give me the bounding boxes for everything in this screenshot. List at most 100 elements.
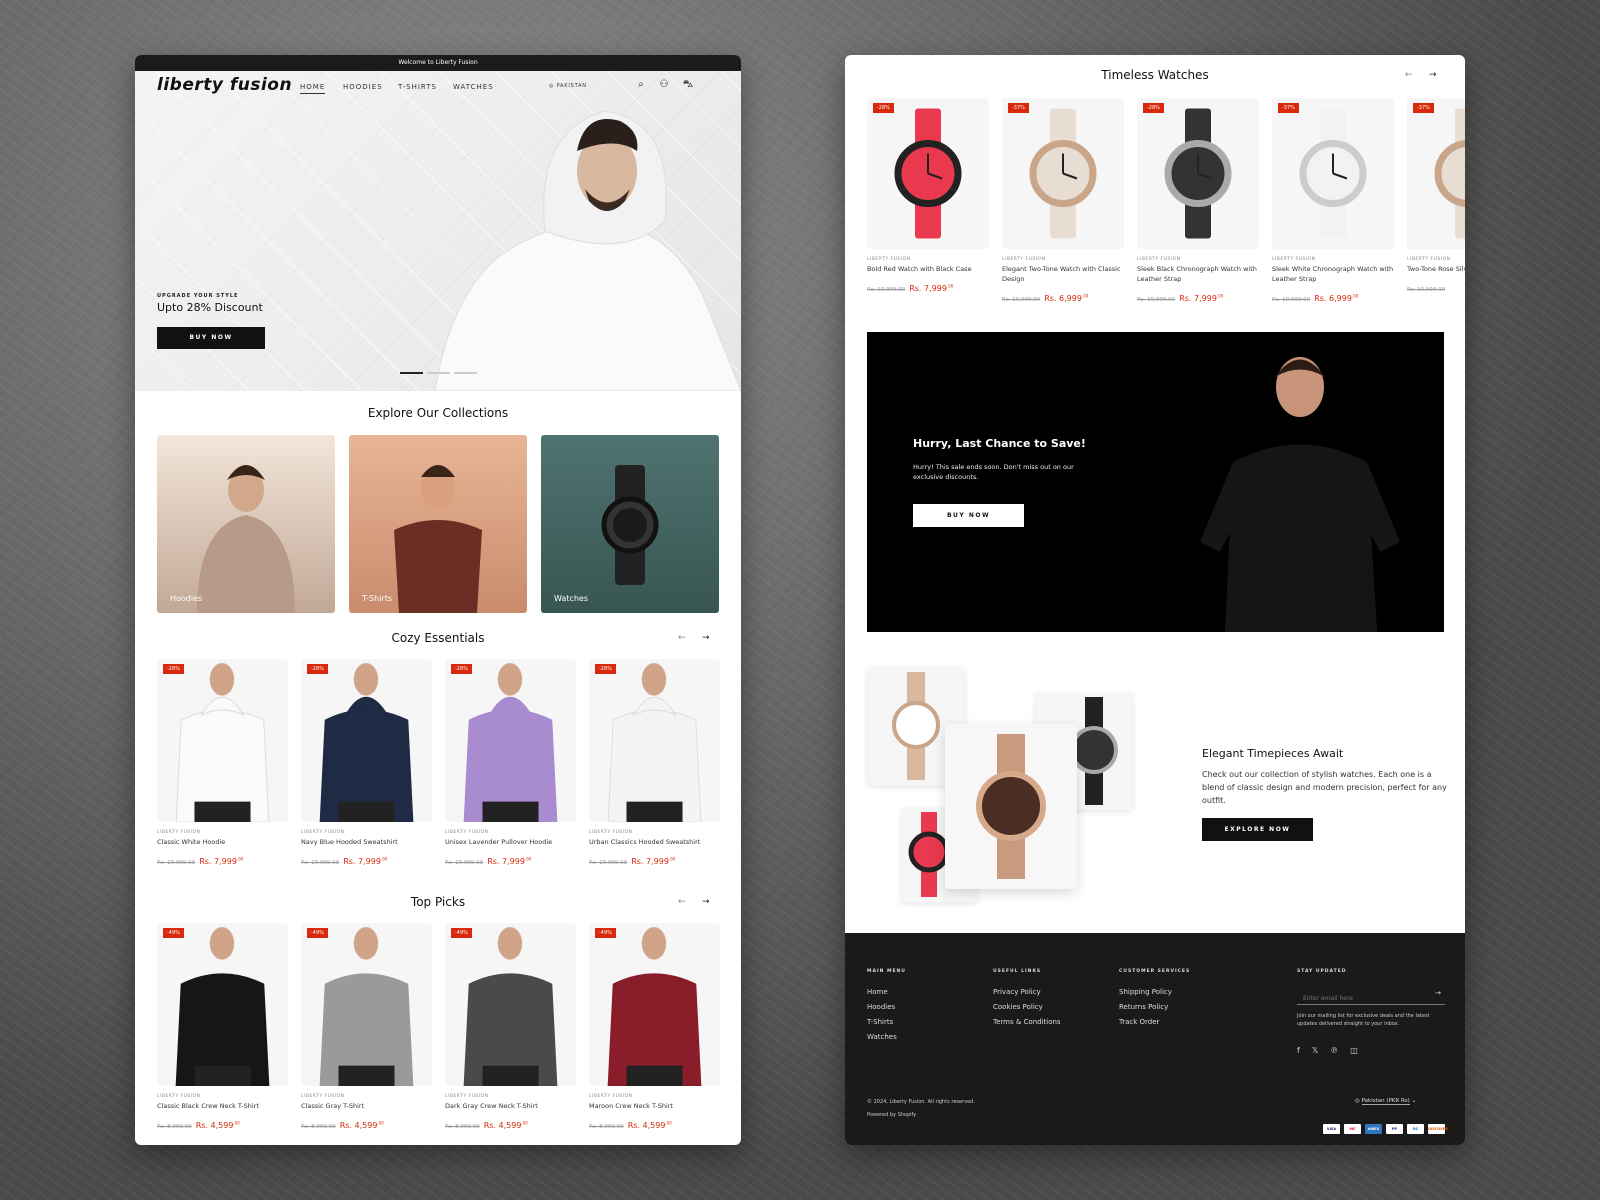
footer-link[interactable]: Terms & Conditions	[993, 1015, 1061, 1030]
product-image[interactable]: -28%	[867, 98, 989, 249]
discount-badge: -49%	[451, 928, 472, 938]
discount-badge: -28%	[873, 103, 894, 113]
footer-link[interactable]: Watches	[867, 1030, 897, 1045]
footer-link[interactable]: Shipping Policy	[1119, 985, 1172, 1000]
product-brand: LIBERTY FUSION	[157, 1094, 201, 1099]
product-image[interactable]: -28%	[589, 659, 720, 822]
chevron-down-icon: ⌄	[1411, 1098, 1417, 1104]
account-icon[interactable]: ⚇	[657, 79, 671, 93]
product-image[interactable]: -37%	[1002, 98, 1124, 249]
logo[interactable]: liberty fusion	[157, 75, 292, 95]
footer-link[interactable]: T-Shirts	[867, 1015, 897, 1030]
picks-prev-arrow[interactable]: ←	[678, 897, 686, 907]
currency-selector[interactable]: ◎ Pakistan (PKR Rs) ⌄	[1355, 1098, 1417, 1105]
cart-icon[interactable]: ⛍	[681, 79, 695, 93]
country-selector[interactable]: ◎ PAKISTAN	[549, 83, 587, 89]
product-image[interactable]: -28%	[301, 659, 432, 822]
product-image[interactable]: -28%	[1137, 98, 1259, 249]
sale-banner: Hurry, Last Chance to Save! Hurry! This …	[867, 332, 1444, 632]
product-name[interactable]: Bold Red Watch with Black Case	[867, 264, 989, 274]
hero-buy-now-button[interactable]: BUY NOW	[157, 327, 265, 349]
nav-hoodies[interactable]: HOODIES	[343, 83, 383, 91]
product-brand: LIBERTY FUSION	[301, 830, 345, 835]
product-card[interactable]: -49% LIBERTY FUSION Maroon Crew Neck T-S…	[589, 923, 720, 1132]
cozy-title: Cozy Essentials	[391, 631, 485, 645]
product-image[interactable]: -37%	[1407, 98, 1465, 249]
footer-link[interactable]: Privacy Policy	[993, 985, 1061, 1000]
product-card[interactable]: -28% LIBERTY FUSION Unisex Lavender Pull…	[445, 659, 576, 868]
newsletter-email-field[interactable]: →	[1297, 985, 1445, 1008]
product-card[interactable]: -37% LIBERTY FUSION Sleek White Chronogr…	[1272, 98, 1394, 305]
explore-now-button[interactable]: EXPLORE NOW	[1202, 818, 1313, 841]
product-image[interactable]: -49%	[445, 923, 576, 1086]
product-name[interactable]: Classic Gray T-Shirt	[301, 1101, 432, 1111]
product-card[interactable]: -49% LIBERTY FUSION Classic Black Crew N…	[157, 923, 288, 1132]
sale-price: Rs. 4,599.00	[483, 1120, 528, 1130]
footer-link[interactable]: Hoodies	[867, 1000, 897, 1015]
product-card[interactable]: -49% LIBERTY FUSION Dark Gray Crew Neck …	[445, 923, 576, 1132]
x-icon[interactable]: 𝕏	[1312, 1046, 1318, 1055]
sale-buy-now-button[interactable]: BUY NOW	[913, 504, 1024, 527]
sale-price: Rs. 4,599.00	[339, 1120, 384, 1130]
product-name[interactable]: Navy Blue Hooded Sweatshirt	[301, 837, 432, 847]
product-image[interactable]: -49%	[301, 923, 432, 1086]
product-name[interactable]: Elegant Two-Tone Watch with Classic Desi…	[1002, 264, 1124, 284]
watches-prev-arrow[interactable]: ←	[1405, 70, 1413, 80]
product-card[interactable]: -28% LIBERTY FUSION Classic White Hoodie…	[157, 659, 288, 868]
product-image[interactable]: -28%	[445, 659, 576, 822]
original-price: Rs. 8,999.00	[445, 1124, 480, 1130]
sale-price: Rs. 6,999.00	[1314, 293, 1359, 303]
product-name[interactable]: Two-Tone Rose Silver Dial	[1407, 264, 1465, 274]
product-card[interactable]: -37% LIBERTY FUSION Elegant Two-Tone Wat…	[1002, 98, 1124, 305]
search-icon[interactable]: ⌕	[634, 79, 648, 93]
slide-dot-1[interactable]	[400, 372, 423, 374]
footer-link[interactable]: Returns Policy	[1119, 1000, 1172, 1015]
pinterest-icon[interactable]: ℗	[1330, 1046, 1338, 1055]
product-card[interactable]: -28% LIBERTY FUSION Sleek Black Chronogr…	[1137, 98, 1259, 305]
collection-tshirts[interactable]: T-Shirts	[349, 435, 527, 613]
product-card[interactable]: -28% LIBERTY FUSION Bold Red Watch with …	[867, 98, 989, 295]
collection-hoodies[interactable]: Hoodies	[157, 435, 335, 613]
product-name[interactable]: Unisex Lavender Pullover Hoodie	[445, 837, 576, 847]
sale-price: Rs. 4,599.00	[627, 1120, 672, 1130]
product-name[interactable]: Sleek Black Chronograph Watch with Leath…	[1137, 264, 1259, 284]
nav-watches[interactable]: WATCHES	[453, 83, 494, 91]
submit-arrow-icon[interactable]: →	[1435, 989, 1441, 997]
cozy-prev-arrow[interactable]: ←	[678, 633, 686, 643]
product-card[interactable]: -49% LIBERTY FUSION Classic Gray T-Shirt…	[301, 923, 432, 1132]
footer-main-menu-heading: MAIN MENU	[867, 969, 906, 974]
product-image[interactable]: -37%	[1272, 98, 1394, 249]
footer-link[interactable]: Cookies Policy	[993, 1000, 1061, 1015]
slide-dot-2[interactable]	[427, 372, 450, 374]
cozy-next-arrow[interactable]: →	[702, 633, 710, 643]
picks-next-arrow[interactable]: →	[702, 897, 710, 907]
collection-watches[interactable]: Watches	[541, 435, 719, 613]
product-name[interactable]: Classic Black Crew Neck T-Shirt	[157, 1101, 288, 1111]
product-image[interactable]: -28%	[157, 659, 288, 822]
product-image[interactable]: -49%	[157, 923, 288, 1086]
hero-title: Upto 28% Discount	[157, 301, 263, 314]
footer-link[interactable]: Track Order	[1119, 1015, 1172, 1030]
product-card[interactable]: -28% LIBERTY FUSION Navy Blue Hooded Swe…	[301, 659, 432, 868]
email-input[interactable]	[1297, 989, 1427, 1008]
product-name[interactable]: Dark Gray Crew Neck T-Shirt	[445, 1101, 576, 1111]
product-image[interactable]: -49%	[589, 923, 720, 1086]
product-name[interactable]: Maroon Crew Neck T-Shirt	[589, 1101, 720, 1111]
footer-link[interactable]: Home	[867, 985, 897, 1000]
facebook-icon[interactable]: f	[1297, 1046, 1300, 1055]
instagram-icon[interactable]: ◫	[1350, 1046, 1358, 1055]
product-card[interactable]: -28% LIBERTY FUSION Urban Classics Hoode…	[589, 659, 720, 868]
sale-text: Hurry! This sale ends soon. Don't miss o…	[913, 463, 1074, 481]
watches-next-arrow[interactable]: →	[1429, 70, 1437, 80]
discount-badge: -37%	[1278, 103, 1299, 113]
product-name[interactable]: Urban Classics Hooded Sweatshirt	[589, 837, 720, 847]
slide-dot-3[interactable]	[454, 372, 477, 374]
nav-home[interactable]: HOME	[300, 83, 326, 94]
original-price: Rs. 8,999.00	[157, 1124, 192, 1130]
product-card[interactable]: -37% LIBERTY FUSION Two-Tone Rose Silver…	[1407, 98, 1465, 295]
product-name[interactable]: Sleek White Chronograph Watch with Leath…	[1272, 264, 1394, 284]
discount-badge: -37%	[1008, 103, 1029, 113]
product-name[interactable]: Classic White Hoodie	[157, 837, 288, 847]
payment-icon: DISCOVER	[1428, 1124, 1448, 1134]
nav-tshirts[interactable]: T-SHIRTS	[398, 83, 437, 91]
